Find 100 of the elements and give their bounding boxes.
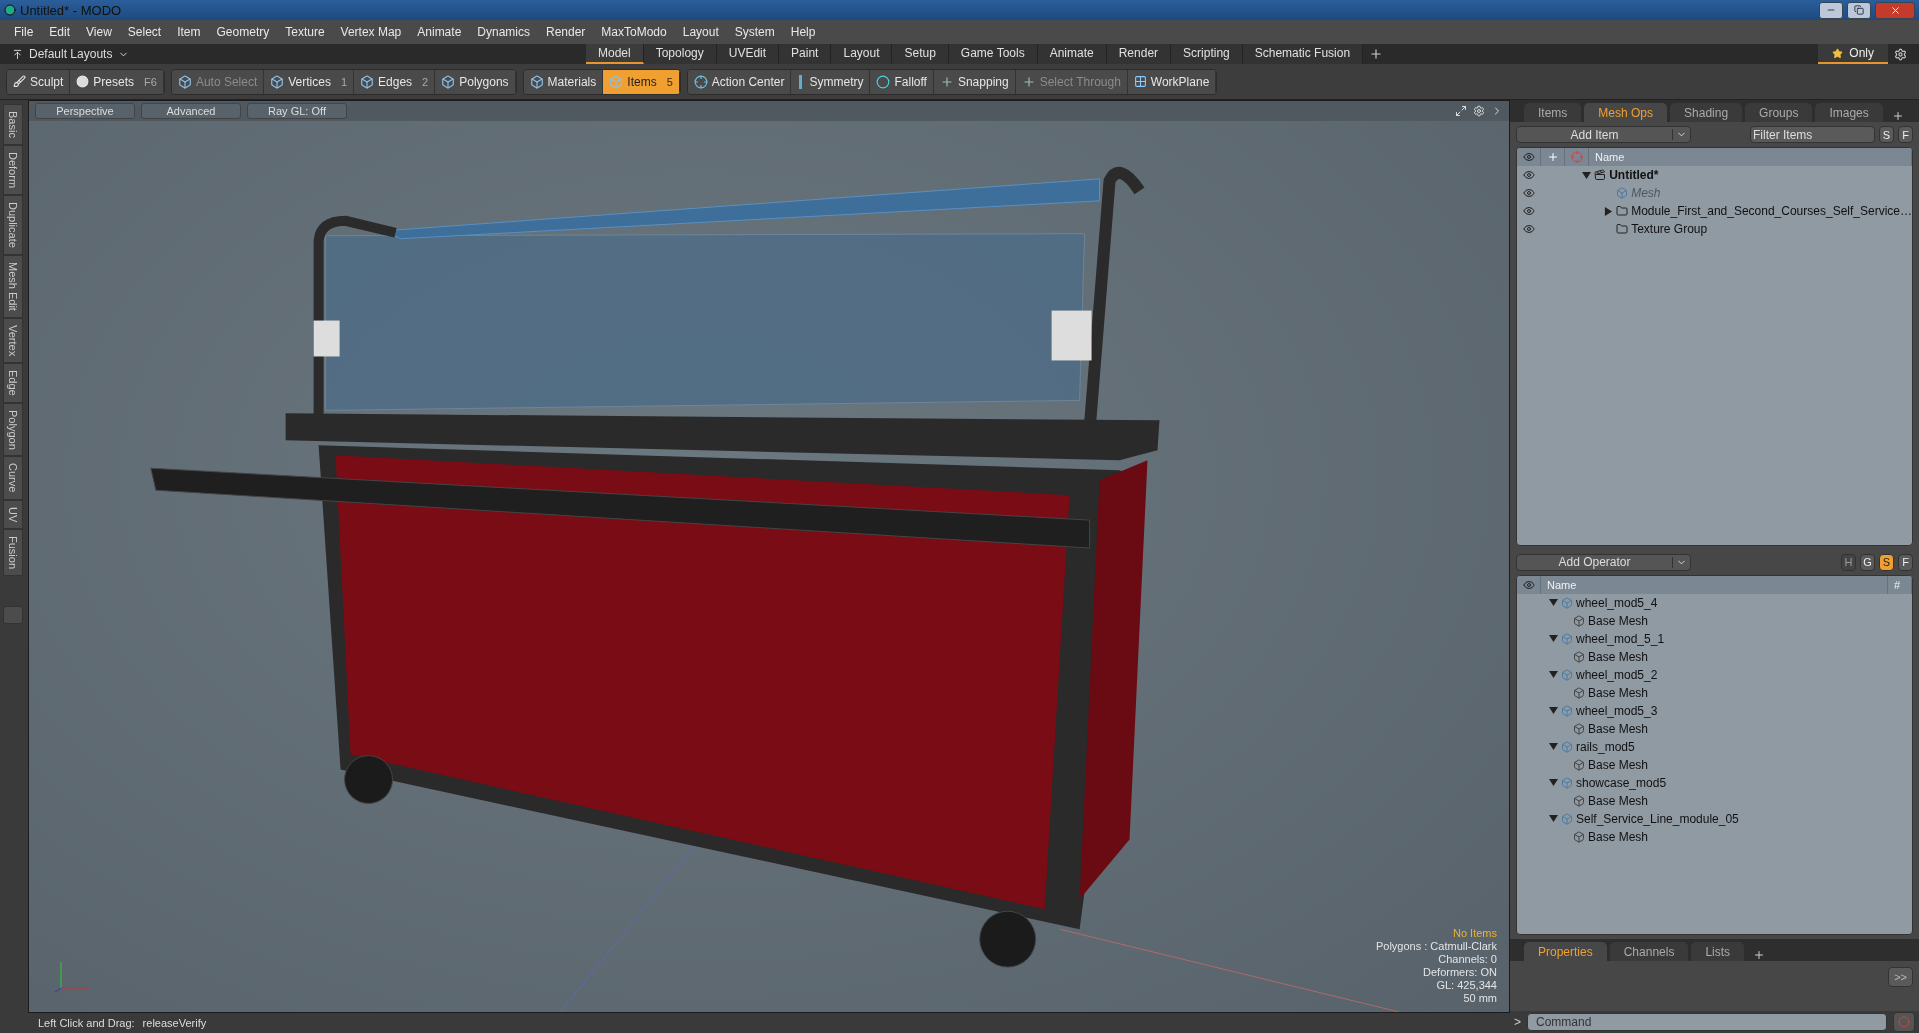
side-tab[interactable]: Vertex bbox=[3, 317, 23, 363]
operator-name[interactable]: rails_mod5 bbox=[1576, 739, 1635, 754]
layout-tab[interactable]: Paint bbox=[779, 44, 832, 64]
expand-button[interactable]: >> bbox=[1888, 967, 1913, 987]
filter-toggle[interactable]: G bbox=[1860, 553, 1875, 571]
operator-name[interactable]: Base Mesh bbox=[1588, 757, 1649, 772]
side-tab[interactable]: Mesh Edit bbox=[3, 254, 23, 318]
menu-item[interactable]: View bbox=[78, 25, 120, 39]
cube-icon bbox=[1561, 704, 1573, 717]
layout-tab[interactable]: Layout bbox=[831, 44, 893, 64]
tool-button[interactable]: Materials bbox=[523, 69, 604, 94]
minimize-button[interactable] bbox=[1819, 1, 1843, 19]
filter-field[interactable]: Filter Items bbox=[1750, 126, 1875, 143]
operator-name[interactable]: Self_Service_Line_module_05 bbox=[1576, 811, 1739, 826]
menu-item[interactable]: Geometry bbox=[208, 25, 278, 39]
panel-tab[interactable]: Properties bbox=[1524, 942, 1607, 961]
panel-tab[interactable]: Images bbox=[1815, 103, 1883, 122]
eye-icon[interactable] bbox=[1523, 205, 1535, 217]
menu-item[interactable]: File bbox=[6, 25, 42, 39]
menu-item[interactable]: Layout bbox=[674, 25, 727, 39]
operator-name[interactable]: Base Mesh bbox=[1588, 829, 1649, 844]
panel-tab[interactable]: Lists bbox=[1691, 942, 1745, 961]
menu-item[interactable]: Dynamics bbox=[469, 25, 538, 39]
panel-tab[interactable]: Items bbox=[1524, 103, 1582, 122]
tool-button[interactable]: Action Center bbox=[687, 69, 792, 94]
viewport-option[interactable]: Advanced bbox=[141, 103, 241, 119]
menu-item[interactable]: Animate bbox=[409, 25, 470, 39]
operator-name[interactable]: Base Mesh bbox=[1588, 793, 1649, 808]
operator-name[interactable]: Base Mesh bbox=[1588, 649, 1649, 664]
panel-tab[interactable]: Groups bbox=[1745, 103, 1813, 122]
menu-item[interactable]: System bbox=[726, 25, 783, 39]
menu-item[interactable]: MaxToModo bbox=[593, 25, 675, 39]
command-field[interactable]: Command bbox=[1527, 1013, 1887, 1031]
operator-name[interactable]: wheel_mod5_3 bbox=[1576, 703, 1658, 718]
filter-toggle[interactable]: S bbox=[1879, 126, 1894, 143]
operator-name[interactable]: showcase_mod5 bbox=[1576, 775, 1667, 790]
down-triangle-icon[interactable] bbox=[1549, 814, 1558, 824]
viewport-option[interactable]: Ray GL: Off bbox=[247, 103, 347, 119]
layout-tab[interactable]: Schematic Fusion bbox=[1242, 44, 1364, 64]
side-tab[interactable]: Deform bbox=[3, 144, 23, 195]
eye-icon[interactable] bbox=[1523, 223, 1535, 235]
panel-tab[interactable]: Shading bbox=[1670, 103, 1743, 122]
down-triangle-icon[interactable] bbox=[1582, 170, 1592, 180]
menu-item[interactable]: Select bbox=[119, 25, 170, 39]
eye-icon[interactable] bbox=[1523, 187, 1535, 199]
restore-button[interactable] bbox=[1847, 1, 1871, 19]
menu-item[interactable]: Edit bbox=[41, 25, 79, 39]
layout-tab[interactable]: Model bbox=[586, 44, 644, 64]
layout-dropdown[interactable]: Default Layouts bbox=[6, 44, 586, 64]
side-tab[interactable]: Polygon bbox=[3, 402, 23, 457]
operator-name[interactable]: Base Mesh bbox=[1588, 613, 1649, 628]
operator-name[interactable]: Base Mesh bbox=[1588, 721, 1649, 736]
down-triangle-icon[interactable] bbox=[1549, 598, 1558, 608]
item-name[interactable]: Module_First_and_Second_Courses_Self_Service… bbox=[1631, 204, 1912, 218]
side-tab[interactable]: Fusion bbox=[3, 529, 23, 577]
viewport-canvas[interactable]: No Items Polygons : Catmull-Clark Channels: 0 Deformers: ON GL: 425,344 50 mm bbox=[29, 121, 1509, 1012]
item-name[interactable]: Untitled* bbox=[1609, 168, 1659, 182]
side-tab[interactable]: Basic bbox=[3, 104, 23, 145]
panel-tab[interactable]: Channels bbox=[1609, 942, 1689, 961]
down-triangle-icon[interactable] bbox=[1549, 706, 1558, 716]
side-tab[interactable]: Duplicate bbox=[3, 194, 23, 255]
layout-tab[interactable]: Setup bbox=[892, 44, 949, 64]
viewport-option[interactable]: Perspective bbox=[35, 103, 135, 119]
operator-name[interactable]: wheel_mod_5_1 bbox=[1576, 631, 1665, 646]
side-tab[interactable]: Curve bbox=[3, 456, 23, 500]
menu-item[interactable]: Render bbox=[538, 25, 594, 39]
down-triangle-icon[interactable] bbox=[1549, 742, 1558, 752]
move-icon[interactable] bbox=[1455, 105, 1467, 117]
layout-tab[interactable]: Animate bbox=[1037, 44, 1107, 64]
tool-button[interactable]: Items 5 bbox=[603, 69, 680, 94]
eye-icon[interactable] bbox=[1523, 169, 1535, 181]
layout-tab[interactable]: UVEdit bbox=[716, 44, 780, 64]
down-triangle-icon[interactable] bbox=[1549, 670, 1558, 680]
operator-name[interactable]: wheel_mod5_2 bbox=[1576, 667, 1658, 682]
side-tab[interactable]: Edge bbox=[3, 362, 23, 403]
layout-tab[interactable]: Game Tools bbox=[948, 44, 1038, 64]
filter-toggle[interactable]: S bbox=[1879, 553, 1894, 571]
tool-button[interactable]: Sculpt bbox=[7, 69, 71, 94]
panel-tab[interactable]: Mesh Ops bbox=[1584, 103, 1668, 122]
menu-item[interactable]: Vertex Map bbox=[332, 25, 410, 39]
add-item-dropdown[interactable]: Add Item bbox=[1516, 126, 1691, 143]
menu-item[interactable]: Help bbox=[782, 25, 824, 39]
layout-tab[interactable]: Topology bbox=[643, 44, 717, 64]
only-button[interactable]: Only bbox=[1818, 44, 1888, 64]
operator-name[interactable]: wheel_mod5_4 bbox=[1576, 595, 1658, 610]
settings-icon[interactable] bbox=[1473, 105, 1485, 117]
layout-tab[interactable]: Render bbox=[1106, 44, 1172, 64]
info-line: Deformers: ON bbox=[1423, 966, 1497, 978]
operator-name[interactable]: Base Mesh bbox=[1588, 685, 1649, 700]
filter-toggle[interactable]: F bbox=[1898, 126, 1913, 143]
filter-toggle[interactable]: F bbox=[1898, 553, 1913, 571]
menu-item[interactable]: Item bbox=[169, 25, 209, 39]
menu-item[interactable]: Texture bbox=[277, 25, 333, 39]
down-triangle-icon[interactable] bbox=[1549, 634, 1558, 644]
side-tab[interactable]: UV bbox=[3, 499, 23, 530]
down-triangle-icon[interactable] bbox=[1549, 778, 1558, 788]
right-triangle-icon[interactable] bbox=[1604, 206, 1614, 216]
item-name[interactable]: Texture Group bbox=[1631, 222, 1708, 236]
add-operator-dropdown[interactable]: Add Operator bbox=[1516, 553, 1691, 571]
layout-tab[interactable]: Scripting bbox=[1171, 44, 1243, 64]
